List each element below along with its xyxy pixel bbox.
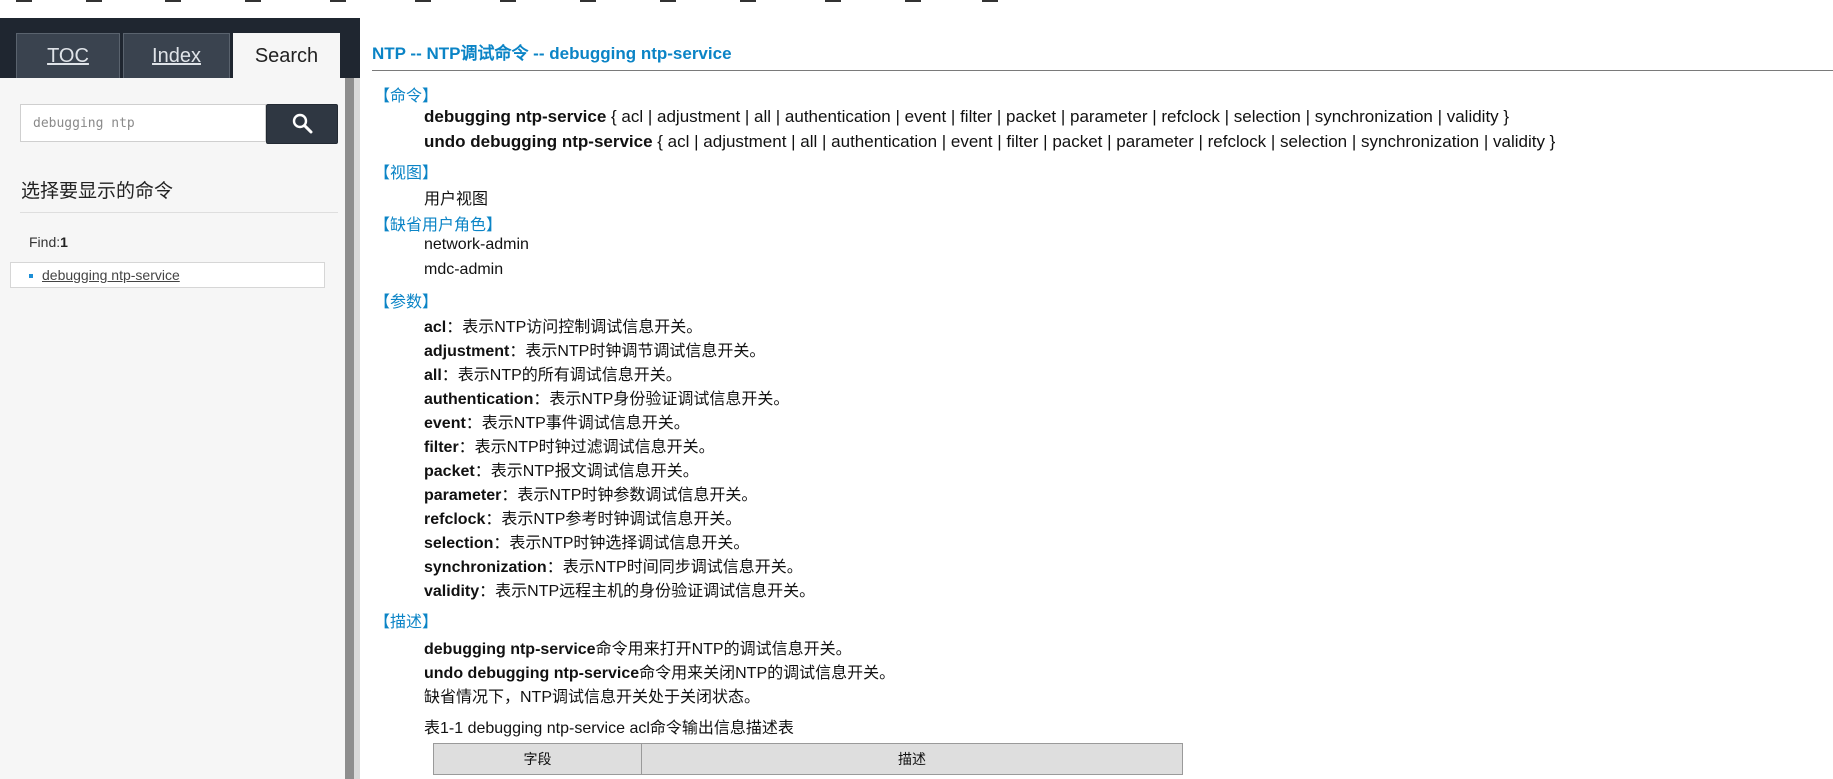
table-caption: 表1-1 debugging ntp-service acl命令输出信息描述表: [424, 720, 794, 737]
param-desc: ：表示NTP参考时钟调试信息开关。: [485, 511, 742, 528]
toolbar-icon[interactable]: [740, 0, 756, 2]
tab-bar: TOC Index Search: [0, 18, 360, 78]
param-line: filter：表示NTP时钟过滤调试信息开关。: [424, 433, 715, 457]
output-table: 字段 描述: [433, 743, 1183, 775]
param-line: adjustment：表示NTP时钟调节调试信息开关。: [424, 337, 765, 361]
param-name: authentication: [424, 391, 534, 408]
param-line: acl：表示NTP访问控制调试信息开关。: [424, 313, 702, 337]
toolbar-icon[interactable]: [16, 0, 32, 2]
command-line: undo debugging ntp-service { acl | adjus…: [424, 132, 1555, 152]
param-desc: ：表示NTP身份验证调试信息开关。: [533, 391, 790, 408]
search-button[interactable]: [266, 104, 338, 144]
table-header-cell: 字段: [433, 743, 642, 775]
description-text: 命令用来关闭NTP的调试信息开关。: [639, 665, 896, 682]
param-line: event：表示NTP事件调试信息开关。: [424, 409, 690, 433]
toolbar-icon[interactable]: [330, 0, 346, 2]
param-desc: ：表示NTP访问控制调试信息开关。: [446, 319, 703, 336]
param-desc: ：表示NTP远程主机的身份验证调试信息开关。: [479, 583, 816, 600]
command-options: { acl | adjustment | all | authenticatio…: [652, 132, 1556, 151]
param-line: validity：表示NTP远程主机的身份验证调试信息开关。: [424, 577, 815, 601]
section-parameters: 【参数】: [374, 294, 439, 311]
table-header-row: 字段 描述: [433, 743, 1183, 775]
param-desc: ：表示NTP时钟选择调试信息开关。: [493, 535, 750, 552]
param-name: event: [424, 415, 466, 432]
param-name: synchronization: [424, 559, 547, 576]
toolbar-icon[interactable]: [415, 0, 431, 2]
find-count: Find:1: [29, 234, 68, 250]
page-title: NTP -- NTP调试命令 -- debugging ntp-service: [372, 44, 732, 63]
toolbar-icon[interactable]: [86, 0, 102, 2]
param-name: validity: [424, 583, 480, 600]
param-name: selection: [424, 535, 494, 552]
toolbar-icon[interactable]: [982, 0, 998, 2]
param-desc: ：表示NTP时钟调节调试信息开关。: [509, 343, 766, 360]
content-pane: NTP -- NTP调试命令 -- debugging ntp-service …: [360, 18, 1833, 779]
top-toolbar: [0, 0, 1833, 19]
default-state-text: 缺省情况下，NTP调试信息开关处于关闭状态。: [424, 689, 761, 706]
param-name: parameter: [424, 487, 502, 504]
param-name: refclock: [424, 511, 486, 528]
section-view: 【视图】: [374, 165, 439, 182]
toolbar-icon[interactable]: [165, 0, 181, 2]
param-line: all：表示NTP的所有调试信息开关。: [424, 361, 682, 385]
command-keyword: debugging ntp-service: [424, 107, 607, 126]
toolbar-icon[interactable]: [580, 0, 596, 2]
param-desc: ：表示NTP报文调试信息开关。: [474, 463, 699, 480]
param-line: parameter：表示NTP时钟参数调试信息开关。: [424, 481, 757, 505]
tab-toc[interactable]: TOC: [16, 33, 120, 78]
param-name: all: [424, 367, 442, 384]
bullet-icon: [29, 274, 33, 278]
search-icon: [292, 113, 313, 134]
command-options: { acl | adjustment | all | authenticatio…: [606, 107, 1510, 126]
description-text: 命令用来打开NTP的调试信息开关。: [595, 641, 852, 658]
description-command: debugging ntp-service: [424, 641, 596, 658]
param-line: selection：表示NTP时钟选择调试信息开关。: [424, 529, 749, 553]
command-line: debugging ntp-service { acl | adjustment…: [424, 107, 1509, 127]
description-command: undo debugging ntp-service: [424, 665, 640, 682]
left-panel: TOC Index Search 选择要显示的命令 Find:1 debuggi…: [0, 18, 360, 779]
param-name: packet: [424, 463, 475, 480]
param-desc: ：表示NTP的所有调试信息开关。: [441, 367, 682, 384]
tab-index[interactable]: Index: [123, 33, 230, 78]
find-number: 1: [60, 234, 68, 250]
toolbar-icon[interactable]: [825, 0, 841, 2]
role-item: network-admin: [424, 236, 529, 253]
result-list: debugging ntp-service: [10, 262, 325, 288]
toolbar-icon[interactable]: [905, 0, 921, 2]
param-line: synchronization：表示NTP时间同步调试信息开关。: [424, 553, 803, 577]
section-command: 【命令】: [374, 88, 439, 105]
param-name: adjustment: [424, 343, 510, 360]
find-label: Find:: [29, 234, 61, 250]
view-text: 用户视图: [424, 191, 489, 208]
role-item: mdc-admin: [424, 261, 504, 278]
tab-search[interactable]: Search: [233, 33, 340, 78]
panel-splitter[interactable]: [345, 78, 354, 779]
section-description: 【描述】: [374, 614, 439, 631]
param-desc: ：表示NTP时钟过滤调试信息开关。: [458, 439, 715, 456]
command-keyword: undo debugging ntp-service: [424, 132, 653, 151]
param-line: packet：表示NTP报文调试信息开关。: [424, 457, 699, 481]
param-desc: ：表示NTP事件调试信息开关。: [465, 415, 690, 432]
title-divider: [372, 70, 1833, 71]
toolbar-icon[interactable]: [245, 0, 261, 2]
search-input[interactable]: [20, 104, 266, 142]
description-line: undo debugging ntp-service命令用来关闭NTP的调试信息…: [424, 659, 895, 683]
panel-heading: 选择要显示的命令: [21, 181, 174, 202]
param-line: refclock：表示NTP参考时钟调试信息开关。: [424, 505, 741, 529]
param-desc: ：表示NTP时钟参数调试信息开关。: [501, 487, 758, 504]
result-link[interactable]: debugging ntp-service: [42, 267, 180, 283]
param-name: filter: [424, 439, 459, 456]
param-desc: ：表示NTP时间同步调试信息开关。: [546, 559, 803, 576]
table-header-cell: 描述: [641, 743, 1183, 775]
param-name: acl: [424, 319, 447, 336]
toolbar-icon[interactable]: [660, 0, 676, 2]
param-line: authentication：表示NTP身份验证调试信息开关。: [424, 385, 789, 409]
description-line: debugging ntp-service命令用来打开NTP的调试信息开关。: [424, 635, 852, 659]
toolbar-icon[interactable]: [500, 0, 516, 2]
panel-divider: [20, 212, 338, 213]
section-default-role: 【缺省用户角色】: [374, 217, 503, 234]
